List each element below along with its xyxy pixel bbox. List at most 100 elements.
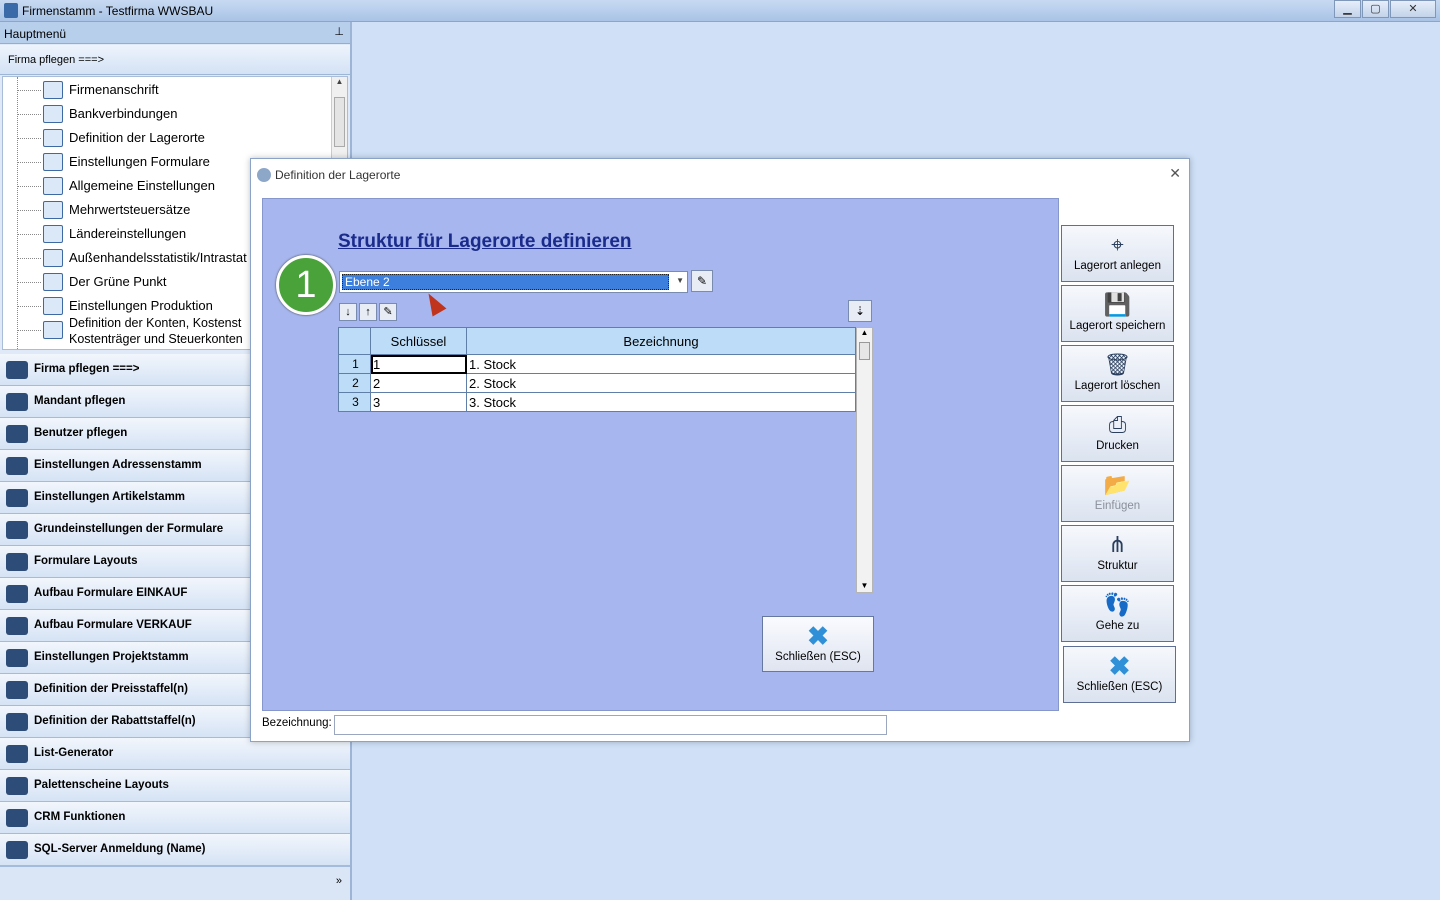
nav-list-generator[interactable]: List-Generator bbox=[0, 738, 350, 770]
gehe-zu-button[interactable]: 👣 Gehe zu bbox=[1061, 585, 1174, 642]
close-window-button[interactable]: ✕ bbox=[1390, 0, 1436, 18]
nav-label: Definition der Rabattstaffel(n) bbox=[34, 715, 196, 727]
section-header-firma[interactable]: Firma pflegen ===> bbox=[0, 45, 350, 75]
upload-tray-icon bbox=[6, 617, 28, 635]
struktur-button[interactable]: ⋔ Struktur bbox=[1061, 525, 1174, 582]
paste-folder-icon: 📂 bbox=[1103, 472, 1132, 497]
button-label: Gehe zu bbox=[1095, 620, 1140, 632]
address-card-icon bbox=[43, 81, 63, 99]
cell-bezeichnung[interactable]: 3. Stock bbox=[466, 392, 856, 412]
tree-item-label: Mehrwertsteuersätze bbox=[69, 202, 191, 217]
cell-bezeichnung[interactable]: 1. Stock bbox=[466, 354, 856, 374]
dialog-app-icon bbox=[257, 168, 271, 182]
nav-label: Grundeinstellungen der Formulare bbox=[34, 523, 224, 535]
accounts-icon bbox=[43, 321, 63, 339]
lagerort-anlegen-button[interactable]: ⌖ Lagerort anlegen bbox=[1061, 225, 1174, 282]
tree-item-label: Außenhandelsstatistik/Intrastat bbox=[69, 250, 247, 265]
nav-label: Aufbau Formulare EINKAUF bbox=[34, 587, 188, 599]
move-up-button[interactable]: ↑ bbox=[359, 303, 377, 321]
level-select[interactable]: Ebene 2 ▼ bbox=[339, 271, 688, 293]
nav-label: Einstellungen Projektstamm bbox=[34, 651, 189, 663]
table-row[interactable]: 3 3 3. Stock bbox=[338, 392, 856, 412]
close-button-inner[interactable]: ✖ Schließen (ESC) bbox=[762, 616, 874, 672]
tools-icon bbox=[43, 297, 63, 315]
minimize-button[interactable]: ▁ bbox=[1334, 0, 1361, 18]
arrow-up-icon: ↑ bbox=[365, 306, 371, 318]
nav-palettenscheine[interactable]: Palettenscheine Layouts bbox=[0, 770, 350, 802]
cell-schluessel[interactable]: 1 bbox=[370, 354, 467, 374]
trash-icon: 🗑 bbox=[1103, 352, 1132, 377]
row-number: 2 bbox=[338, 373, 371, 393]
tree-item-label: Bankverbindungen bbox=[69, 106, 178, 121]
bezeichnung-field[interactable] bbox=[334, 715, 887, 735]
users-icon bbox=[6, 425, 28, 443]
tree-item-lagerorte[interactable]: Definition der Lagerorte bbox=[3, 127, 333, 149]
button-label: Lagerort löschen bbox=[1074, 380, 1161, 392]
main-menu-header: Hauptmenü ⊥ bbox=[0, 22, 350, 44]
button-label: Lagerort speichern bbox=[1069, 320, 1166, 332]
nav-label: Mandant pflegen bbox=[34, 395, 126, 407]
globe-icon bbox=[43, 225, 63, 243]
lagerort-loeschen-button[interactable]: 🗑 Lagerort löschen bbox=[1061, 345, 1174, 402]
maximize-button[interactable]: ▢ bbox=[1362, 0, 1389, 18]
nav-sql-server[interactable]: SQL-Server Anmeldung (Name) bbox=[0, 834, 350, 866]
tree-item-bankverbindungen[interactable]: Bankverbindungen bbox=[3, 103, 333, 125]
table-row[interactable]: 2 2 2. Stock bbox=[338, 373, 856, 393]
table-row[interactable]: 1 1 1. Stock bbox=[338, 354, 856, 374]
tree-item-label: Firmenanschrift bbox=[69, 82, 159, 97]
schliessen-button[interactable]: ✖ Schließen (ESC) bbox=[1063, 646, 1176, 703]
tree-structure-icon: ⋔ bbox=[1108, 532, 1127, 557]
scroll-thumb[interactable] bbox=[334, 97, 345, 147]
nav-crm[interactable]: CRM Funktionen bbox=[0, 802, 350, 834]
edit-row-button[interactable]: ✎ bbox=[379, 303, 397, 321]
window-titlebar: Firmenstamm - Testfirma WWSBAU ▁ ▢ ✕ bbox=[0, 0, 1440, 22]
dialog-close-button[interactable]: ✕ bbox=[1169, 165, 1181, 182]
scroll-up-icon[interactable]: ▲ bbox=[332, 77, 347, 86]
column-header-schluessel[interactable]: Schlüssel bbox=[370, 327, 467, 355]
pin-icon[interactable]: ⊥ bbox=[334, 25, 344, 38]
scroll-down-icon[interactable]: ▼ bbox=[857, 581, 872, 590]
discount-icon bbox=[6, 713, 28, 731]
cell-schluessel[interactable]: 2 bbox=[370, 373, 467, 393]
price-icon bbox=[6, 681, 28, 699]
mouse-cursor-icon bbox=[421, 289, 447, 317]
scroll-up-icon[interactable]: ▲ bbox=[857, 328, 872, 337]
save-icon: 💾 bbox=[1103, 292, 1132, 317]
drucken-button[interactable]: ⎙ Drucken bbox=[1061, 405, 1174, 462]
pallet-icon bbox=[6, 777, 28, 795]
factory-icon bbox=[6, 361, 28, 379]
nav-label: Formulare Layouts bbox=[34, 555, 138, 567]
einfuegen-button[interactable]: 📂 Einfügen bbox=[1061, 465, 1174, 522]
article-icon bbox=[6, 489, 28, 507]
column-header-bezeichnung[interactable]: Bezeichnung bbox=[466, 327, 856, 355]
lagerorte-grid: Schlüssel Bezeichnung 1 1 1. Stock 2 2 2… bbox=[338, 327, 873, 593]
button-label: Schließen (ESC) bbox=[1076, 681, 1163, 693]
close-x-icon: ✖ bbox=[1108, 651, 1131, 681]
tree-item-label: Einstellungen Produktion bbox=[69, 298, 213, 313]
grid-scrollbar[interactable]: ▲ ▼ bbox=[856, 327, 873, 593]
tree-item-label: Definition der Lagerorte bbox=[69, 130, 205, 145]
step-badge: 1 bbox=[276, 255, 336, 315]
address-icon bbox=[6, 457, 28, 475]
move-down-button[interactable]: ↓ bbox=[339, 303, 357, 321]
tree-item-label-line2: Kostenträger und Steuerkonten bbox=[69, 332, 243, 346]
bank-icon bbox=[43, 105, 63, 123]
close-button-label: Schließen (ESC) bbox=[775, 651, 861, 663]
cell-bezeichnung[interactable]: 2. Stock bbox=[466, 373, 856, 393]
crm-icon bbox=[6, 809, 28, 827]
nav-label: CRM Funktionen bbox=[34, 811, 126, 823]
cell-schluessel[interactable]: 3 bbox=[370, 392, 467, 412]
chevron-down-icon[interactable]: ▼ bbox=[676, 276, 684, 285]
chevron-more-icon[interactable]: » bbox=[336, 875, 342, 887]
row-number: 3 bbox=[338, 392, 371, 412]
tree-item-firmenanschrift[interactable]: Firmenanschrift bbox=[3, 79, 333, 101]
nav-label: Definition der Preisstaffel(n) bbox=[34, 683, 188, 695]
nav-label: Einstellungen Artikelstamm bbox=[34, 491, 186, 503]
scroll-thumb[interactable] bbox=[859, 342, 870, 360]
edit-level-button[interactable]: ✎ bbox=[691, 270, 713, 292]
arrow-down-icon: ↓ bbox=[345, 306, 351, 318]
close-x-icon: ✖ bbox=[807, 621, 829, 651]
lagerort-speichern-button[interactable]: 💾 Lagerort speichern bbox=[1061, 285, 1174, 342]
sort-button[interactable]: ⇣ bbox=[848, 300, 872, 322]
sort-icon: ⇣ bbox=[854, 304, 866, 318]
